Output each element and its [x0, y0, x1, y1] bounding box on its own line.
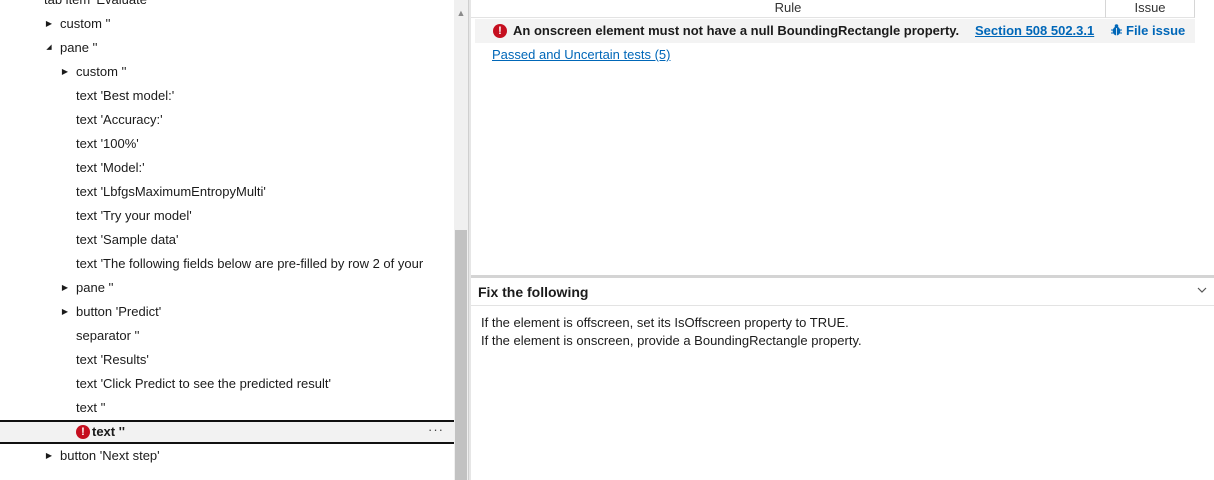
fix-panel: Fix the following If the element is offs…	[471, 278, 1214, 480]
tree-item[interactable]: ▶ custom ''	[0, 12, 454, 36]
section-508-link[interactable]: Section 508 502.3.1	[975, 19, 1094, 43]
tree-item-label: separator ''	[76, 328, 140, 343]
tree-item-label: text 'The following fields below are pre…	[76, 256, 424, 271]
tree-item-label: text 'Sample data'	[76, 232, 179, 247]
tree-item-selected[interactable]: ! text '' ···	[0, 420, 454, 444]
tree-item[interactable]: text 'Results'	[0, 348, 454, 372]
tree-item[interactable]: text 'The following fields below are pre…	[0, 252, 454, 276]
tree-item-label: tab item 'Evaluate'	[44, 0, 149, 12]
file-issue-label: File issue	[1126, 23, 1186, 38]
tree-item-label: text 'Model:'	[76, 160, 145, 175]
tree-item-label: text ''	[76, 400, 106, 415]
tree-item-label: pane ''	[60, 40, 98, 55]
tree-item[interactable]: ▶ button 'Predict'	[0, 300, 454, 324]
fix-header[interactable]: Fix the following	[471, 278, 1214, 306]
tree-item-label: custom ''	[76, 64, 127, 79]
tree-item[interactable]: text '100%'	[0, 132, 454, 156]
tree-item[interactable]: text 'LbfgsMaximumEntropyMulti'	[0, 180, 454, 204]
result-row[interactable]: ! An onscreen element must not have a nu…	[475, 19, 1195, 43]
bug-icon	[1111, 24, 1122, 36]
tree-item-label: pane ''	[76, 280, 114, 295]
fix-title: Fix the following	[478, 284, 589, 300]
rule-column-header[interactable]: Rule	[471, 0, 1105, 18]
tree-item-label: button 'Next step'	[60, 448, 160, 463]
tree-item-label: text 'Click Predict to see the predicted…	[76, 376, 331, 391]
results-panel: Rule Issue ! An onscreen element must no…	[471, 0, 1214, 276]
tree-item[interactable]: ▶ custom ''	[0, 60, 454, 84]
scrollbar-thumb[interactable]	[455, 230, 467, 480]
chevron-down-icon[interactable]	[1196, 284, 1208, 296]
tree-item[interactable]: text 'Best model:'	[0, 84, 454, 108]
result-message: An onscreen element must not have a null…	[513, 23, 960, 38]
tree-scrollbar[interactable]: ▲	[454, 0, 468, 480]
error-icon: !	[493, 24, 507, 38]
error-icon: !	[76, 425, 90, 439]
tree-item[interactable]: ▶ button 'Next step'	[0, 444, 454, 468]
passed-uncertain-link[interactable]: Passed and Uncertain tests (5)	[492, 46, 670, 64]
collapsed-chevron-icon[interactable]: ▶	[44, 12, 54, 36]
collapsed-chevron-icon[interactable]: ▶	[44, 444, 54, 468]
collapsed-chevron-icon[interactable]: ▶	[60, 300, 70, 324]
issue-column-header[interactable]: Issue	[1105, 0, 1195, 18]
scroll-up-icon[interactable]: ▲	[454, 8, 468, 18]
tree-item[interactable]: ▶ pane ''	[0, 276, 454, 300]
tree-item[interactable]: tab item 'Evaluate'	[0, 0, 454, 12]
element-tree[interactable]: tab item 'Evaluate'▶custom ''◢pane ''▶cu…	[0, 0, 454, 480]
tree-item[interactable]: text 'Sample data'	[0, 228, 454, 252]
tree-item[interactable]: separator ''	[0, 324, 454, 348]
tree-item-label: text 'Best model:'	[76, 88, 175, 103]
tree-item[interactable]: text 'Click Predict to see the predicted…	[0, 372, 454, 396]
tree-item-label: button 'Predict'	[76, 304, 162, 319]
tree-item-label: text 'Results'	[76, 352, 149, 367]
file-issue-button[interactable]: File issue	[1111, 19, 1185, 43]
tree-item-label: text 'Accuracy:'	[76, 112, 163, 127]
more-options-button[interactable]: ···	[428, 422, 444, 440]
tree-item-label: text 'Try your model'	[76, 208, 192, 223]
collapsed-chevron-icon[interactable]: ▶	[60, 276, 70, 300]
tree-item-label: text 'LbfgsMaximumEntropyMulti'	[76, 184, 266, 199]
tree-item[interactable]: text 'Accuracy:'	[0, 108, 454, 132]
tree-item-label: text '100%'	[76, 136, 139, 151]
expanded-chevron-icon[interactable]: ◢	[44, 36, 54, 60]
fix-line: If the element is offscreen, set its IsO…	[481, 315, 849, 330]
fix-line: If the element is onscreen, provide a Bo…	[481, 333, 862, 348]
tree-item-label: text ''	[92, 424, 125, 439]
tree-item-label: custom ''	[60, 16, 111, 31]
tree-item[interactable]: text 'Try your model'	[0, 204, 454, 228]
collapsed-chevron-icon[interactable]: ▶	[60, 60, 70, 84]
tree-item[interactable]: text ''	[0, 396, 454, 420]
tree-item[interactable]: ◢ pane ''	[0, 36, 454, 60]
tree-item[interactable]: text 'Model:'	[0, 156, 454, 180]
fix-instructions: If the element is offscreen, set its IsO…	[481, 314, 862, 350]
